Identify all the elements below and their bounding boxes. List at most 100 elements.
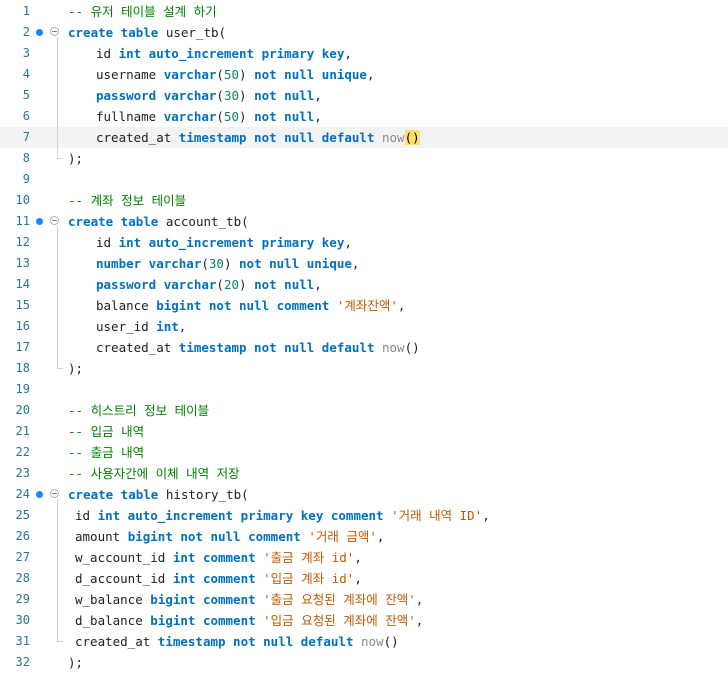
code-line[interactable]: 23 -- 사용자간에 이체 내역 저장 <box>0 463 728 484</box>
line-number: 16 <box>15 319 30 333</box>
code-token: user_tb( <box>165 25 227 40</box>
code-text: -- 계좌 정보 테이블 <box>68 190 186 211</box>
code-line[interactable]: 10 -- 계좌 정보 테이블 <box>0 190 728 211</box>
code-text: w_balance bigint comment '출금 요청된 계좌에 잔액'… <box>75 589 423 610</box>
code-token: ); <box>68 361 84 376</box>
code-line[interactable]: 2 create table user_tb( <box>0 22 728 43</box>
code-line[interactable]: 32); <box>0 652 728 673</box>
breakpoint-dot-icon[interactable] <box>36 218 43 225</box>
code-text: d_balance bigint comment '입금 요청된 계좌에 잔액'… <box>75 610 423 631</box>
code-token: , <box>344 235 352 250</box>
code-token: account_tb( <box>165 214 249 229</box>
code-token: int <box>156 319 179 334</box>
code-line[interactable]: 25 id int auto_increment primary key comm… <box>0 505 728 526</box>
code-line[interactable]: 19 <box>0 379 728 400</box>
code-line[interactable]: 16 user_id int, <box>0 316 728 337</box>
code-token: fullname <box>96 109 164 124</box>
line-number: 24 <box>15 487 30 501</box>
code-line[interactable]: 18); <box>0 358 728 379</box>
code-line[interactable]: 1 -- 유저 테이블 설계 하기 <box>0 1 728 22</box>
fold-guide <box>57 226 58 368</box>
code-line[interactable]: 24 create table history_tb( <box>0 484 728 505</box>
code-line[interactable]: 22 -- 출금 내역 <box>0 442 728 463</box>
code-line[interactable]: 3 id int auto_increment primary key, <box>0 43 728 64</box>
code-line[interactable]: 27 w_account_id int comment '출금 계좌 id', <box>0 547 728 568</box>
fold-collapse-icon[interactable] <box>50 27 59 36</box>
code-token: created_at <box>96 340 179 355</box>
code-token: bigint comment <box>150 592 264 607</box>
code-text: ); <box>68 148 83 169</box>
code-token: '입금 계좌 id' <box>263 571 355 586</box>
line-number: 4 <box>22 67 30 81</box>
breakpoint-dot-icon[interactable] <box>36 29 43 36</box>
code-line[interactable]: 5 password varchar(30) not null, <box>0 85 728 106</box>
code-editor[interactable]: 1 -- 유저 테이블 설계 하기 2 create table user_tb(3 i… <box>0 0 728 694</box>
code-token: , <box>314 277 322 292</box>
line-number: 22 <box>15 445 30 459</box>
code-token: id <box>96 46 119 61</box>
code-token: , <box>366 67 375 82</box>
code-text: amount bigint not null comment '거래 금액', <box>75 526 384 547</box>
code-line[interactable]: 28 d_account_id int comment '입금 계좌 id', <box>0 568 728 589</box>
code-text: password varchar(30) not null, <box>96 85 322 106</box>
line-number: 15 <box>15 298 30 312</box>
code-token: varchar <box>163 67 217 82</box>
code-line[interactable]: 6 fullname varchar(50) not null, <box>0 106 728 127</box>
code-text: create table user_tb( <box>68 22 226 43</box>
line-number: 12 <box>15 235 30 249</box>
code-line[interactable]: 14 password varchar(20) not null, <box>0 274 728 295</box>
code-line[interactable]: 7 created_at timestamp not null default n… <box>0 127 728 148</box>
code-token: password varchar <box>96 88 217 103</box>
code-line[interactable]: 9 <box>0 169 728 190</box>
code-line[interactable]: 11 create table account_tb( <box>0 211 728 232</box>
line-number: 9 <box>22 172 30 186</box>
code-text: created_at timestamp not null default no… <box>96 337 420 358</box>
code-line[interactable]: 30 d_balance bigint comment '입금 요청된 계좌에 잔… <box>0 610 728 631</box>
code-line[interactable]: 8); <box>0 148 728 169</box>
code-token: 50 <box>223 109 240 124</box>
fold-guide-end <box>57 368 63 369</box>
breakpoint-dot-icon[interactable] <box>36 491 43 498</box>
code-token: '거래 내역 ID' <box>391 508 483 523</box>
code-line[interactable]: 4 username varchar(50) not null unique, <box>0 64 728 85</box>
code-token: create table <box>68 25 166 40</box>
line-number: 19 <box>15 382 30 396</box>
code-line[interactable]: 21 -- 입금 내역 <box>0 421 728 442</box>
code-token: ( <box>201 256 209 271</box>
line-number: 2 <box>22 25 30 39</box>
code-token: '계좌잔액' <box>336 298 398 313</box>
code-line[interactable]: 17 created_at timestamp not null default … <box>0 337 728 358</box>
code-token: 50 <box>223 67 240 82</box>
code-token: -- 입금 내역 <box>68 424 145 439</box>
code-token: user_id <box>96 319 157 334</box>
line-number: 30 <box>15 613 30 627</box>
line-number: 26 <box>15 529 30 543</box>
code-line[interactable]: 26 amount bigint not null comment '거래 금액'… <box>0 526 728 547</box>
code-token: () <box>404 130 420 145</box>
code-token: bigint comment <box>150 613 264 628</box>
fold-collapse-icon[interactable] <box>50 216 59 225</box>
fold-guide <box>57 499 58 641</box>
code-token: '거래 금액' <box>308 529 377 544</box>
code-line[interactable]: 15 balance bigint not null comment '계좌잔액'… <box>0 295 728 316</box>
code-line[interactable]: 20 -- 히스트리 정보 테이블 <box>0 400 728 421</box>
code-line[interactable]: 29 w_balance bigint comment '출금 요청된 계좌에 잔… <box>0 589 728 610</box>
code-token: , <box>415 613 424 628</box>
code-line[interactable]: 13 number varchar(30) not null unique, <box>0 253 728 274</box>
line-number: 8 <box>22 151 30 165</box>
code-token: int auto_increment primary key <box>118 235 345 250</box>
line-number: 21 <box>15 424 30 438</box>
fold-collapse-icon[interactable] <box>50 489 59 498</box>
code-text: balance bigint not null comment '계좌잔액', <box>96 295 405 316</box>
code-line[interactable]: 12 id int auto_increment primary key, <box>0 232 728 253</box>
code-token: bigint not null comment <box>127 529 309 544</box>
code-token: not null <box>254 109 315 124</box>
code-line[interactable]: 31 created_at timestamp not null default … <box>0 631 728 652</box>
code-token: w_account_id <box>75 550 173 565</box>
code-token: bigint not null comment <box>156 298 337 313</box>
code-token: -- 계좌 정보 테이블 <box>68 193 187 208</box>
line-number: 17 <box>15 340 30 354</box>
code-token: int comment <box>172 550 264 565</box>
line-number: 10 <box>15 193 30 207</box>
line-number: 23 <box>15 466 30 480</box>
